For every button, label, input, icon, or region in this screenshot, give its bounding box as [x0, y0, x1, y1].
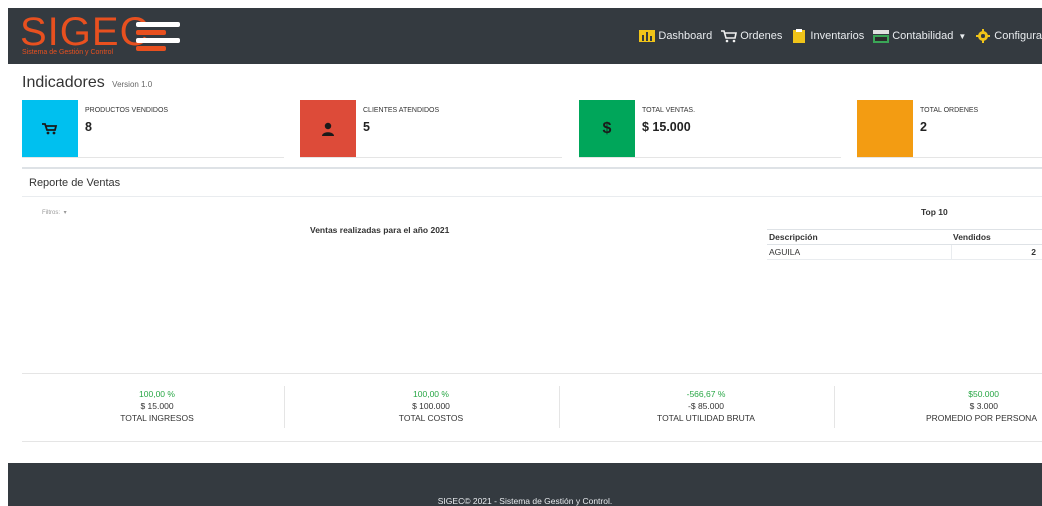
info-box-value: 8 [85, 120, 92, 134]
info-icon-bg [300, 100, 356, 157]
kpi-label: TOTAL UTILIDAD BRUTA [657, 413, 755, 423]
nav-contabilidad[interactable]: Contabilidad ▼ [872, 29, 966, 43]
kpi-percent: 100,00 % [139, 389, 175, 399]
page-header: Indicadores Version 1.0 [22, 74, 152, 92]
kpi-percent: 100,00 % [413, 389, 449, 399]
nav-inventarios-label: Inventarios [810, 30, 865, 42]
cash-register-icon [873, 30, 890, 43]
info-box-label: TOTAL ORDENES [920, 107, 979, 114]
info-box-total-ventas: $ TOTAL VENTAS. $ 15.000 [579, 100, 841, 158]
info-box-productos-vendidos: PRODUCTOS VENDIDOS 8 [22, 100, 284, 158]
info-box-label: CLIENTES ATENDIDOS [363, 107, 440, 114]
brand-subtitle: Sistema de Gestión y Control [22, 49, 114, 56]
gear-icon [976, 29, 991, 43]
kpi-total-ingresos: 100,00 % $ 15.000 TOTAL INGRESOS [22, 388, 292, 424]
filters-dropdown[interactable]: Filtros: ▾ [42, 209, 67, 216]
nav-configuracion-label: Configura [994, 30, 1042, 42]
column-header-descripcion: Descripción [767, 229, 951, 245]
divider [559, 386, 560, 428]
info-box-value: $ 15.000 [642, 120, 691, 134]
cart-icon [721, 30, 738, 43]
kpi-amount: -$ 85.000 [688, 401, 724, 411]
kpi-amount: $ 3.000 [969, 401, 998, 411]
nav-ordenes[interactable]: Ordenes [720, 29, 782, 43]
cart-icon [42, 122, 58, 134]
chevron-down-icon: ▼ [958, 31, 967, 41]
version-label: Version 1.0 [112, 80, 153, 89]
column-header-vendidos: Vendidos [951, 229, 1042, 245]
divider [834, 386, 835, 428]
info-box-value: 2 [920, 120, 927, 134]
kpi-percent: -566,67 % [686, 389, 726, 399]
chart-title: Ventas realizadas para el año 2021 [310, 225, 450, 235]
report-title: Reporte de Ventas [29, 177, 121, 189]
divider [284, 386, 285, 428]
nav-inventarios[interactable]: Inventarios [790, 29, 864, 43]
filters-label: Filtros: [42, 210, 60, 216]
info-icon-bg: $ [579, 100, 635, 157]
brand-logo[interactable]: SIGEC Sistema de Gestión y Control [16, 10, 186, 60]
kpi-promedio-por-persona: $50.000 $ 3.000 PROMEDIO POR PERSONA [847, 388, 1042, 424]
top10-title: Top 10 [921, 207, 948, 217]
page-title: Indicadores [22, 74, 105, 91]
divider [22, 196, 1042, 197]
divider [22, 373, 1042, 374]
cell-vendidos: 2 [950, 244, 1042, 260]
info-box-label: PRODUCTOS VENDIDOS [85, 107, 169, 114]
info-box-clientes-atendidos: CLIENTES ATENDIDOS 5 [300, 100, 562, 158]
chevron-down-icon: ▾ [63, 210, 67, 216]
dollar-icon: $ [602, 119, 612, 137]
kpi-label: TOTAL INGRESOS [120, 413, 194, 423]
kpi-total-costos: 100,00 % $ 100.000 TOTAL COSTOS [296, 388, 566, 424]
nav-ordenes-label: Ordenes [740, 30, 783, 42]
kpi-label: TOTAL COSTOS [398, 413, 464, 423]
info-box-label: TOTAL VENTAS. [642, 107, 696, 114]
logo-bars-icon [136, 20, 184, 56]
footer-text: SIGEC© 2021 - Sistema de Gestión y Contr… [437, 496, 613, 506]
info-box-value: 5 [363, 120, 370, 134]
kpi-amount: $ 15.000 [140, 401, 174, 411]
nav-dashboard[interactable]: Dashboard [638, 29, 712, 43]
nav-contabilidad-label: Contabilidad [892, 30, 954, 42]
nav-dashboard-label: Dashboard [658, 30, 713, 42]
bar-chart-icon [639, 30, 656, 42]
kpi-amount: $ 100.000 [412, 401, 450, 411]
divider [22, 441, 1042, 442]
divider [22, 167, 1042, 169]
info-icon-bg [857, 100, 913, 157]
clipboard-icon [793, 29, 806, 43]
table-header-row: Descripción Vendidos [767, 229, 1042, 245]
kpi-percent: $50.000 [968, 389, 999, 399]
info-box-total-ordenes: TOTAL ORDENES 2 [857, 100, 1042, 158]
kpi-total-utilidad-bruta: -566,67 % -$ 85.000 TOTAL UTILIDAD BRUTA [571, 388, 841, 424]
nav-configuracion[interactable]: Configura [974, 29, 1042, 43]
user-icon [322, 122, 334, 136]
top-navbar: SIGEC Sistema de Gestión y Control Dashb… [8, 8, 1042, 64]
kpi-label: PROMEDIO POR PERSONA [926, 413, 1037, 423]
info-icon-bg [22, 100, 78, 157]
cell-descripcion: AGUILA [767, 244, 951, 260]
footer: SIGEC© 2021 - Sistema de Gestión y Contr… [8, 463, 1042, 506]
main-nav: Dashboard Ordenes Inventarios Contabilid… [638, 8, 1042, 64]
table-row: AGUILA 2 [767, 244, 1042, 260]
top10-table: Descripción Vendidos AGUILA 2 [767, 229, 1042, 260]
